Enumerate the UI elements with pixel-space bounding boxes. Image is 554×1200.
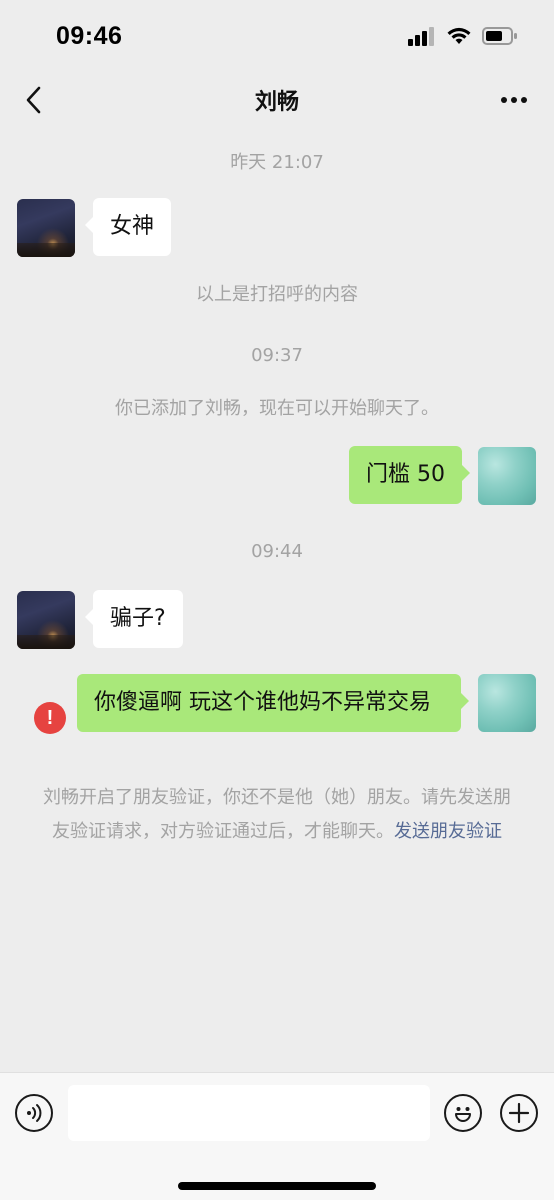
message-sent-failed[interactable]: 你傻逼啊 玩这个谁他妈不异常交易 bbox=[77, 674, 469, 732]
message-sent[interactable]: 门槛 50 bbox=[349, 446, 470, 504]
timestamp: 09:37 bbox=[251, 345, 303, 366]
contact-avatar[interactable] bbox=[17, 199, 75, 257]
voice-icon bbox=[27, 1104, 42, 1122]
wifi-icon bbox=[446, 26, 472, 50]
more-button[interactable] bbox=[496, 86, 532, 114]
my-avatar[interactable] bbox=[478, 674, 536, 732]
voice-button[interactable] bbox=[15, 1094, 53, 1132]
status-icons bbox=[408, 26, 518, 50]
home-indicator bbox=[178, 1182, 376, 1190]
cellular-signal-icon bbox=[408, 26, 436, 50]
verification-notice: 刘畅开启了朋友验证，你还不是他（她）朋友。请先发送朋友验证请求，对方验证通过后，… bbox=[40, 781, 514, 849]
message-input[interactable] bbox=[68, 1085, 430, 1141]
more-functions-button[interactable] bbox=[500, 1094, 538, 1132]
plus-icon bbox=[508, 1102, 530, 1124]
contact-avatar[interactable] bbox=[17, 591, 75, 649]
send-failed-icon[interactable]: ! bbox=[34, 702, 66, 734]
more-dots-icon bbox=[501, 97, 527, 103]
greeting-note: 以上是打招呼的内容 bbox=[196, 284, 358, 305]
message-received[interactable]: 女神 bbox=[84, 198, 172, 256]
status-bar: 09:46 bbox=[0, 0, 554, 72]
emoji-icon bbox=[455, 1107, 471, 1122]
timestamp: 昨天 21:07 bbox=[230, 152, 324, 173]
my-avatar[interactable] bbox=[478, 447, 536, 505]
chat-title: 刘畅 bbox=[254, 90, 299, 115]
emoji-button[interactable] bbox=[444, 1094, 482, 1132]
battery-icon bbox=[482, 26, 518, 50]
message-received[interactable]: 骗子? bbox=[85, 590, 183, 648]
chat-area[interactable]: 昨天 21:07 女神 以上是打招呼的内容 09:37 你已添加了刘畅，现在可以… bbox=[0, 128, 554, 1072]
timestamp: 09:44 bbox=[251, 541, 303, 562]
status-time: 09:46 bbox=[56, 22, 123, 50]
friend-added-note: 你已添加了刘畅，现在可以开始聊天了。 bbox=[115, 398, 439, 419]
input-bar bbox=[0, 1072, 554, 1200]
send-verification-link[interactable]: 发送朋友验证 bbox=[394, 821, 502, 842]
nav-bar: 刘畅 bbox=[0, 72, 554, 128]
